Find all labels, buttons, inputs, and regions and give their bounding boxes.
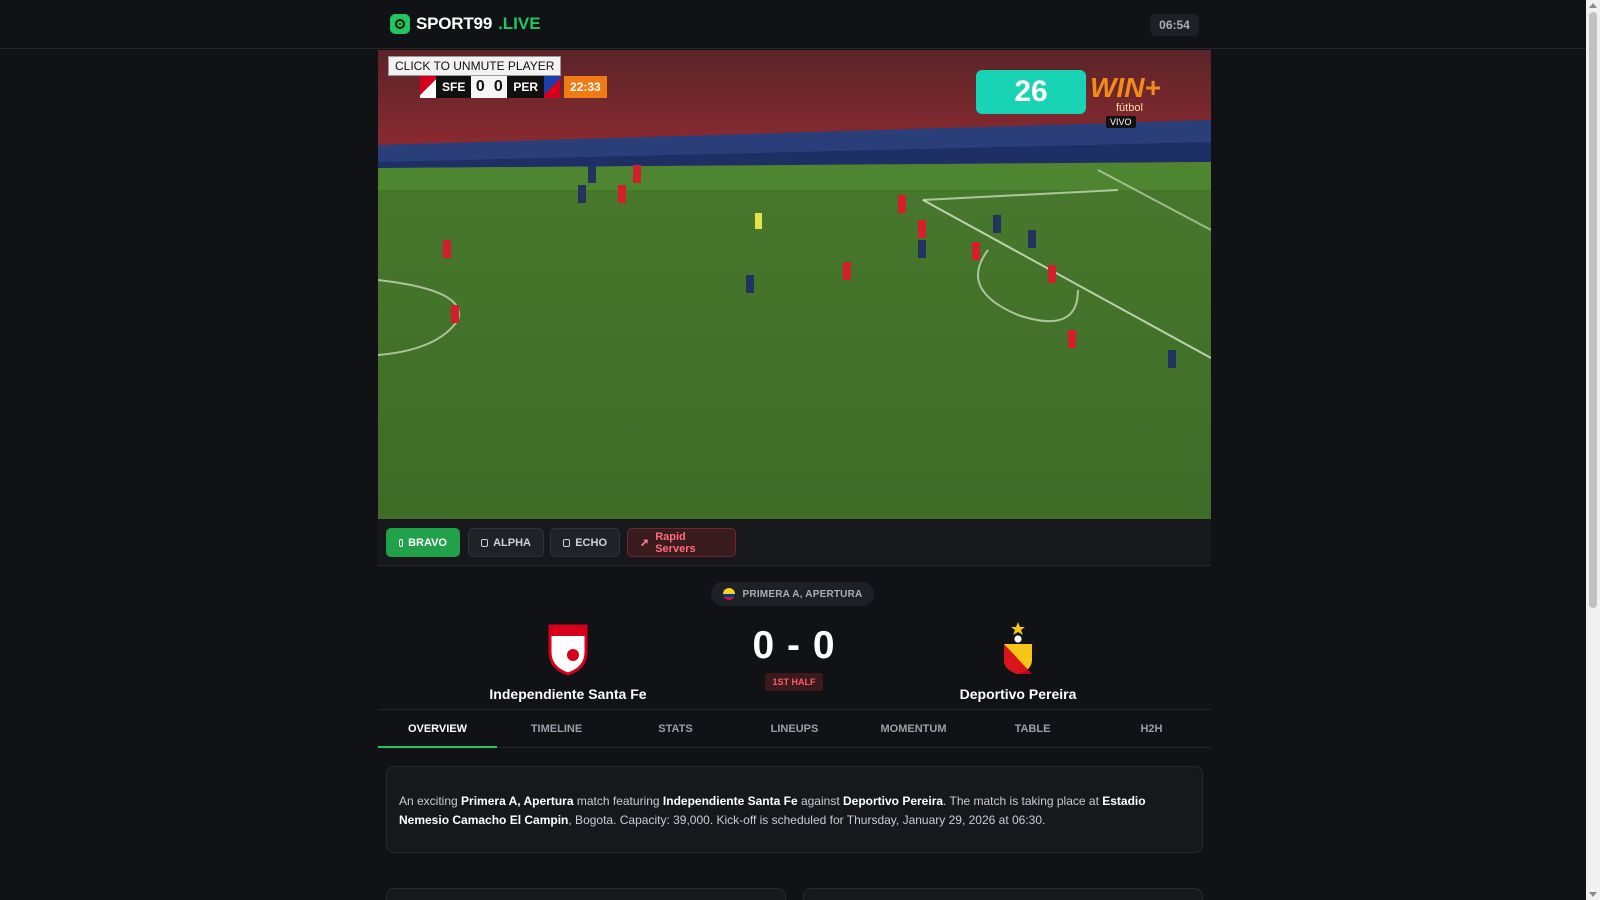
overview-away: Deportivo Pereira <box>843 794 944 808</box>
scroll-up-icon[interactable] <box>1589 3 1597 8</box>
scorebug-away: PER <box>507 76 545 98</box>
top-bar: SPORT99 .LIVE 06:54 <box>0 0 1586 49</box>
scroll-down-icon[interactable] <box>1589 892 1597 897</box>
logo-icon <box>390 14 410 34</box>
match-tabs: OVERVIEW TIMELINE STATS LINEUPS MOMENTUM… <box>378 709 1211 748</box>
scorebug-home: SFE <box>436 76 472 98</box>
broadcaster-sub: fútbol <box>1116 102 1143 114</box>
rocket-icon: ➚ <box>640 537 650 549</box>
tv-icon <box>563 538 571 547</box>
away-flag-icon <box>544 76 561 98</box>
broadcaster-badge: 26 <box>976 70 1086 114</box>
tv-icon <box>399 538 404 547</box>
overview-text: against <box>797 794 843 808</box>
unmute-button[interactable]: CLICK TO UNMUTE PLAYER <box>388 56 562 76</box>
video-frame <box>378 50 1211 519</box>
overview-text: An exciting <box>399 794 462 808</box>
logo-tld: .LIVE <box>498 14 541 33</box>
tab-momentum[interactable]: MOMENTUM <box>854 710 973 747</box>
tv-icon <box>481 538 489 547</box>
tab-overview[interactable]: OVERVIEW <box>378 710 497 748</box>
clock-badge: 06:54 <box>1150 14 1199 36</box>
server-button-alpha[interactable]: ALPHA <box>468 528 544 557</box>
page-scrollbar[interactable] <box>1586 0 1600 900</box>
video-player[interactable]: CLICK TO UNMUTE PLAYER SFE 0 0 PER 22:33… <box>378 50 1211 519</box>
away-team[interactable]: Deportivo Pereira <box>888 622 1148 702</box>
santa-fe-crest-icon <box>546 622 590 676</box>
tv-scorebug: SFE 0 0 PER 22:33 <box>420 76 607 98</box>
pereira-crest-icon <box>996 622 1040 676</box>
site-logo[interactable]: SPORT99 .LIVE <box>390 14 541 34</box>
match-score: 0 - 0 <box>752 624 836 667</box>
server-label: Rapid Servers <box>655 530 696 555</box>
server-label: BRAVO <box>408 536 447 549</box>
tab-timeline[interactable]: TIMELINE <box>497 710 616 747</box>
broadcaster-logo: WIN+ <box>1090 72 1161 103</box>
match-period-badge: 1ST HALF <box>765 673 823 691</box>
overview-league: Primera A, Apertura <box>461 794 574 808</box>
scorebug-clock: 22:33 <box>564 76 607 98</box>
live-tag: VIVO <box>1106 116 1136 128</box>
info-card <box>803 888 1203 900</box>
home-team[interactable]: Independiente Santa Fe <box>438 622 698 702</box>
info-card <box>386 888 786 900</box>
colombia-flag-icon <box>722 588 735 600</box>
overview-text: match featuring <box>573 794 663 808</box>
scroll-thumb[interactable] <box>1589 12 1597 608</box>
away-team-name: Deportivo Pereira <box>959 686 1077 702</box>
server-button-bravo[interactable]: BRAVO <box>386 528 460 557</box>
home-team-name: Independiente Santa Fe <box>489 686 647 702</box>
overview-text: , Bogota. Capacity: 39,000. Kick-off is … <box>568 813 1046 827</box>
server-label: ALPHA <box>493 536 531 549</box>
server-button-echo[interactable]: ECHO <box>550 528 620 557</box>
league-badge[interactable]: PRIMERA A, APERTURA <box>711 582 874 606</box>
rapid-servers-button[interactable]: ➚ Rapid Servers <box>627 528 736 557</box>
server-selector: BRAVO ALPHA ECHO ➚ Rapid Servers <box>378 519 1211 566</box>
scorebug-home-score: 0 <box>471 76 490 98</box>
overview-text: . The match is taking place at <box>943 794 1103 808</box>
scorebug-away-score: 0 <box>489 76 508 98</box>
league-name: PRIMERA A, APERTURA <box>742 588 863 600</box>
tab-lineups[interactable]: LINEUPS <box>735 710 854 747</box>
home-flag-icon <box>420 76 436 98</box>
match-overview: An exciting Primera A, Apertura match fe… <box>386 766 1203 853</box>
overview-home: Independiente Santa Fe <box>662 794 798 808</box>
logo-name: SPORT99 <box>416 14 493 33</box>
tab-table[interactable]: TABLE <box>973 710 1092 747</box>
tab-h2h[interactable]: H2H <box>1092 710 1211 747</box>
server-label: ECHO <box>575 536 607 549</box>
tab-stats[interactable]: STATS <box>616 710 735 747</box>
